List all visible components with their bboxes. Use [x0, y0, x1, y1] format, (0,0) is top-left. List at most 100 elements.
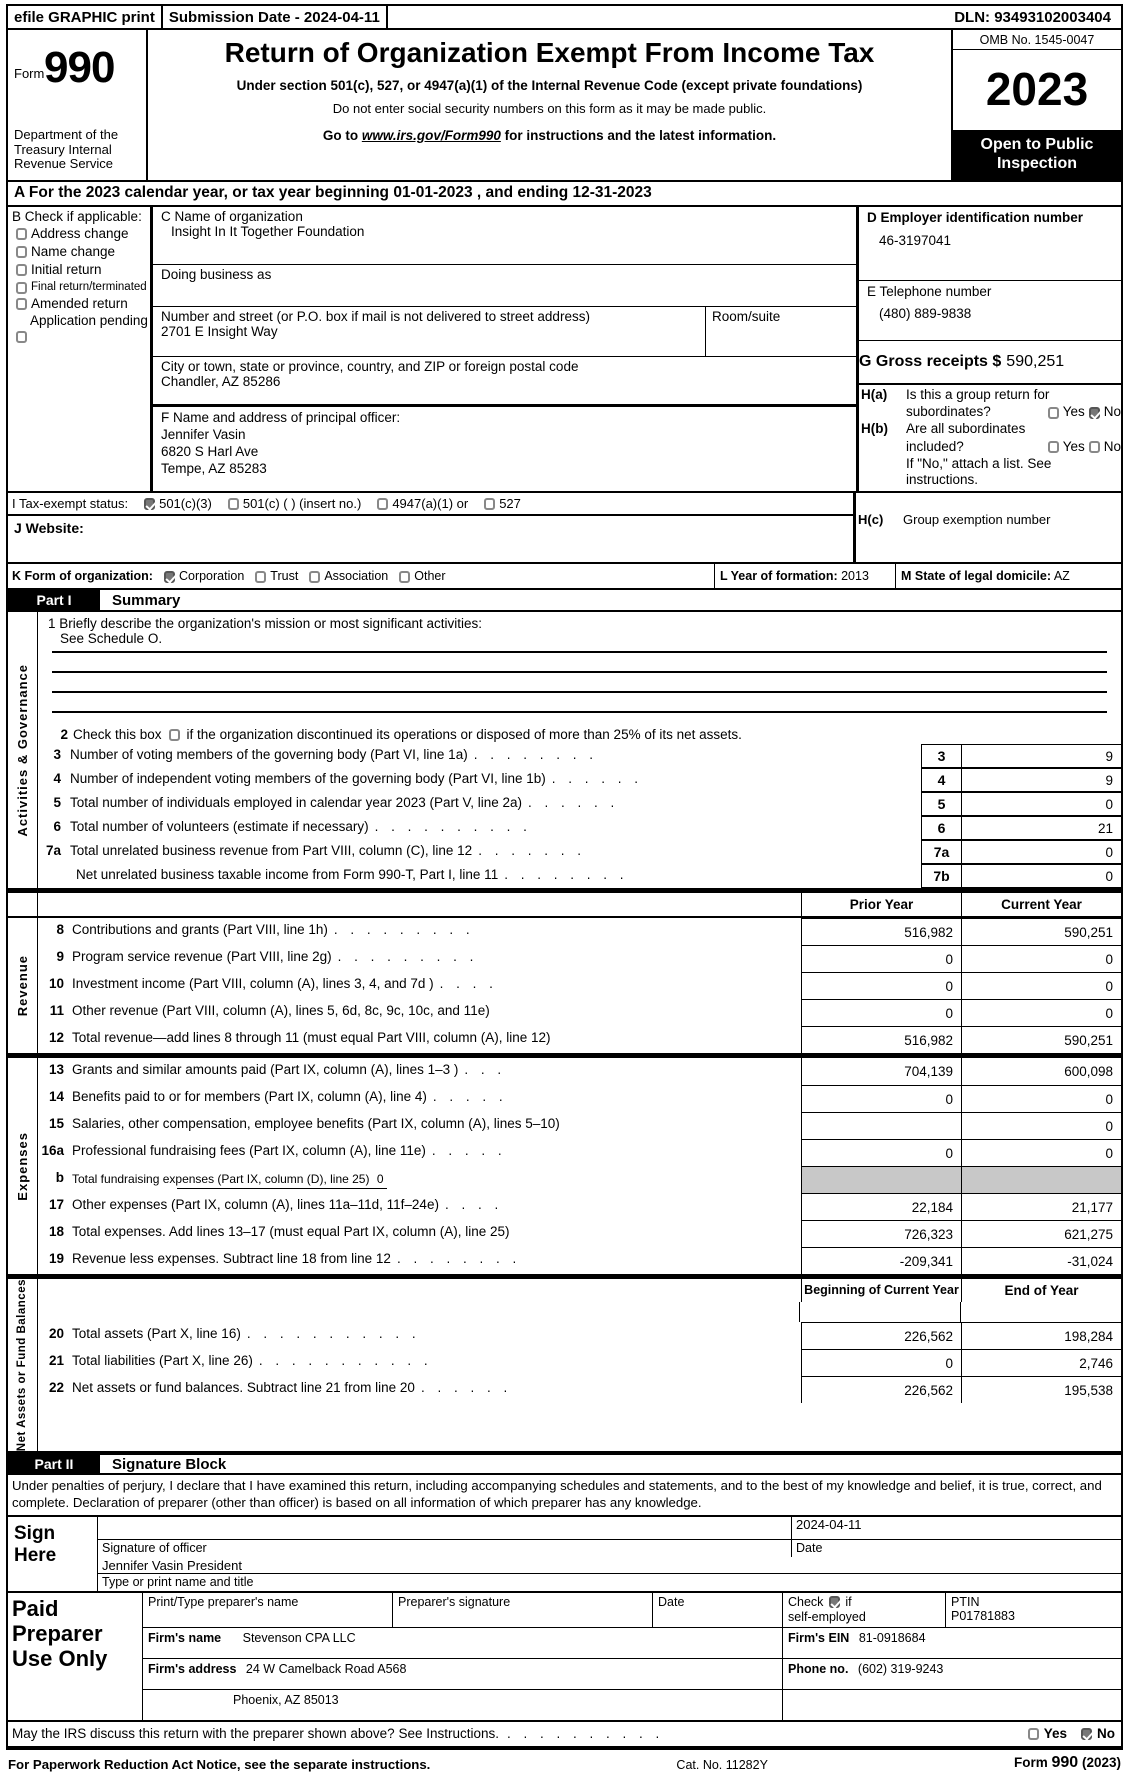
- prior-year-value: 0: [801, 1085, 961, 1113]
- checkbox-icon[interactable]: [255, 570, 267, 583]
- option-527[interactable]: 527: [484, 496, 521, 511]
- officer-date-col: 2024-04-11 Date: [791, 1517, 1121, 1558]
- checkbox-final-return[interactable]: Final return/terminated: [16, 281, 150, 294]
- checkbox-address-change[interactable]: Address change: [16, 226, 150, 242]
- end-year-value: 2,746: [961, 1349, 1121, 1377]
- prior-year-value: 704,139: [801, 1058, 961, 1086]
- part-2-bar: Part II Signature Block: [6, 1453, 1123, 1476]
- line-number: 11: [49, 1003, 64, 1019]
- irs-discuss-yes[interactable]: Yes: [1027, 1726, 1067, 1742]
- begin-year-value: 226,562: [801, 1376, 961, 1404]
- line-number: 20: [48, 1326, 64, 1342]
- hb-no-checkbox-icon[interactable]: [1088, 441, 1100, 454]
- count-row-7b: Net unrelated business taxable income fr…: [38, 864, 1121, 889]
- option-4947a1[interactable]: 4947(a)(1) or: [377, 496, 468, 511]
- website-label: J Website:: [14, 520, 84, 537]
- gross-receipts-label: G Gross receipts $: [859, 353, 1002, 370]
- line-text: Total revenue—add lines 8 through 11 (mu…: [68, 1026, 801, 1053]
- checkbox-icon[interactable]: [144, 498, 156, 511]
- form-990-page: efile GRAPHIC print Submission Date - 20…: [0, 4, 1129, 1778]
- line-label: Total assets (Part X, line 16): [72, 1326, 241, 1342]
- line-box-number: 5: [921, 792, 961, 817]
- count-row-3: 3 Number of voting members of the govern…: [38, 744, 1121, 769]
- option-corporation[interactable]: Corporation: [163, 569, 245, 584]
- checkbox-label: Amended return: [31, 295, 128, 311]
- preparer-print-name-header: Print/Type preparer's name: [143, 1593, 393, 1628]
- checkbox-icon[interactable]: [399, 570, 411, 583]
- vert-label-text: Expenses: [15, 1131, 30, 1201]
- hc-row: H(c) Group exemption number: [858, 512, 1121, 528]
- checkbox-application-pending[interactable]: Application pending: [16, 314, 150, 344]
- checkbox-amended-return[interactable]: Amended return: [16, 295, 150, 312]
- option-trust[interactable]: Trust: [255, 569, 298, 583]
- no-checkbox-icon[interactable]: [1081, 1728, 1092, 1741]
- line-text: Grants and similar amounts paid (Part IX…: [68, 1058, 801, 1085]
- tax-exempt-status-label: I Tax-exempt status:: [12, 496, 129, 512]
- vert-label-expenses: Expenses: [8, 1058, 38, 1275]
- self-employed-checkbox-icon[interactable]: [828, 1596, 840, 1609]
- yes-checkbox-icon[interactable]: [1027, 1728, 1039, 1741]
- vert-label-revenue: Revenue: [8, 918, 38, 1054]
- firm-address-label: Firm's address: [148, 1662, 237, 1677]
- officer-signature-caption: Signature of officer: [102, 1541, 207, 1556]
- prior-year-value: 726,323: [801, 1220, 961, 1248]
- option-501c-other[interactable]: 501(c) ( ) (insert no.): [227, 496, 361, 511]
- checkbox-name-change[interactable]: Name change: [16, 244, 150, 260]
- irs-discuss-no[interactable]: No: [1081, 1726, 1115, 1741]
- self-employed-check-wrap[interactable]: Check if self-employed: [788, 1595, 945, 1625]
- open-to-public-badge: Open to Public Inspection: [953, 131, 1121, 180]
- state-of-legal-domicile: M State of legal domicile: AZ: [896, 564, 1121, 588]
- line-label: Benefits paid to or for members (Part IX…: [72, 1089, 427, 1105]
- line-2-number: 2: [60, 727, 68, 743]
- checkbox-icon[interactable]: [163, 570, 175, 583]
- option-association[interactable]: Association: [309, 569, 388, 583]
- checkbox-icon[interactable]: [377, 498, 389, 511]
- checkbox-icon[interactable]: [16, 297, 27, 310]
- firm-name-label: Firm's name: [148, 1631, 222, 1646]
- website-value[interactable]: [84, 520, 94, 536]
- hb-text-1: Are all subordinates: [906, 421, 1026, 437]
- line-number: 3: [53, 747, 61, 763]
- current-year-value: 0: [961, 999, 1121, 1027]
- line-text: Other expenses (Part IX, column (A), lin…: [68, 1193, 801, 1220]
- line-2-checkbox-icon[interactable]: [168, 728, 180, 741]
- irs-form990-link[interactable]: www.irs.gov/Form990: [362, 128, 501, 143]
- option-501c3[interactable]: 501(c)(3): [144, 496, 212, 511]
- dba-cell: Doing business as: [153, 265, 856, 307]
- netassets-body: Beginning of Current Year End of Year 20…: [38, 1279, 1121, 1451]
- checkbox-initial-return[interactable]: Initial return: [16, 262, 150, 278]
- expense-row-14: 14 Benefits paid to or for members (Part…: [38, 1085, 1121, 1113]
- page-title: Return of Organization Exempt From Incom…: [224, 37, 875, 68]
- leader-dots: . . . . . . . .: [473, 747, 598, 763]
- checkbox-icon[interactable]: [16, 263, 27, 276]
- line-number: 8: [56, 922, 64, 938]
- telephone-label: E Telephone number: [867, 284, 992, 299]
- line-box-number: 3: [921, 744, 961, 769]
- officer-signature-input[interactable]: [98, 1517, 791, 1541]
- hb-yes-checkbox-icon[interactable]: [1047, 441, 1059, 454]
- revenue-row-9: 9 Program service revenue (Part VIII, li…: [38, 945, 1121, 973]
- expense-row-17: 17 Other expenses (Part IX, column (A), …: [38, 1193, 1121, 1221]
- year-of-formation: L Year of formation: 2013: [715, 564, 896, 589]
- ha-yes-checkbox-icon[interactable]: [1047, 406, 1059, 419]
- option-label: Corporation: [178, 569, 245, 584]
- line-label: Number of voting members of the governin…: [70, 747, 468, 763]
- yes-label: Yes: [1043, 1726, 1067, 1742]
- checkbox-icon[interactable]: [16, 245, 27, 258]
- dba-label: Doing business as: [161, 267, 272, 282]
- hb-yes-label: Yes: [1062, 438, 1085, 454]
- masthead-subtitle-2: Do not enter social security numbers on …: [332, 100, 767, 116]
- checkbox-icon[interactable]: [16, 228, 27, 240]
- ha-no-checkbox-icon[interactable]: [1088, 406, 1100, 419]
- ha-yesno[interactable]: Yes No: [1047, 404, 1121, 420]
- hb-yesno[interactable]: Yes No: [1047, 438, 1121, 455]
- checkbox-icon[interactable]: [227, 498, 239, 511]
- checkbox-icon[interactable]: [16, 281, 27, 294]
- checkbox-icon[interactable]: [16, 331, 27, 344]
- begin-year-value: 0: [801, 1349, 961, 1377]
- checkbox-icon[interactable]: [484, 498, 496, 511]
- option-other[interactable]: Other: [399, 569, 446, 583]
- checkbox-icon[interactable]: [309, 570, 321, 583]
- line-text: Number of independent voting members of …: [66, 768, 921, 792]
- tax-year: 2023: [953, 50, 1121, 132]
